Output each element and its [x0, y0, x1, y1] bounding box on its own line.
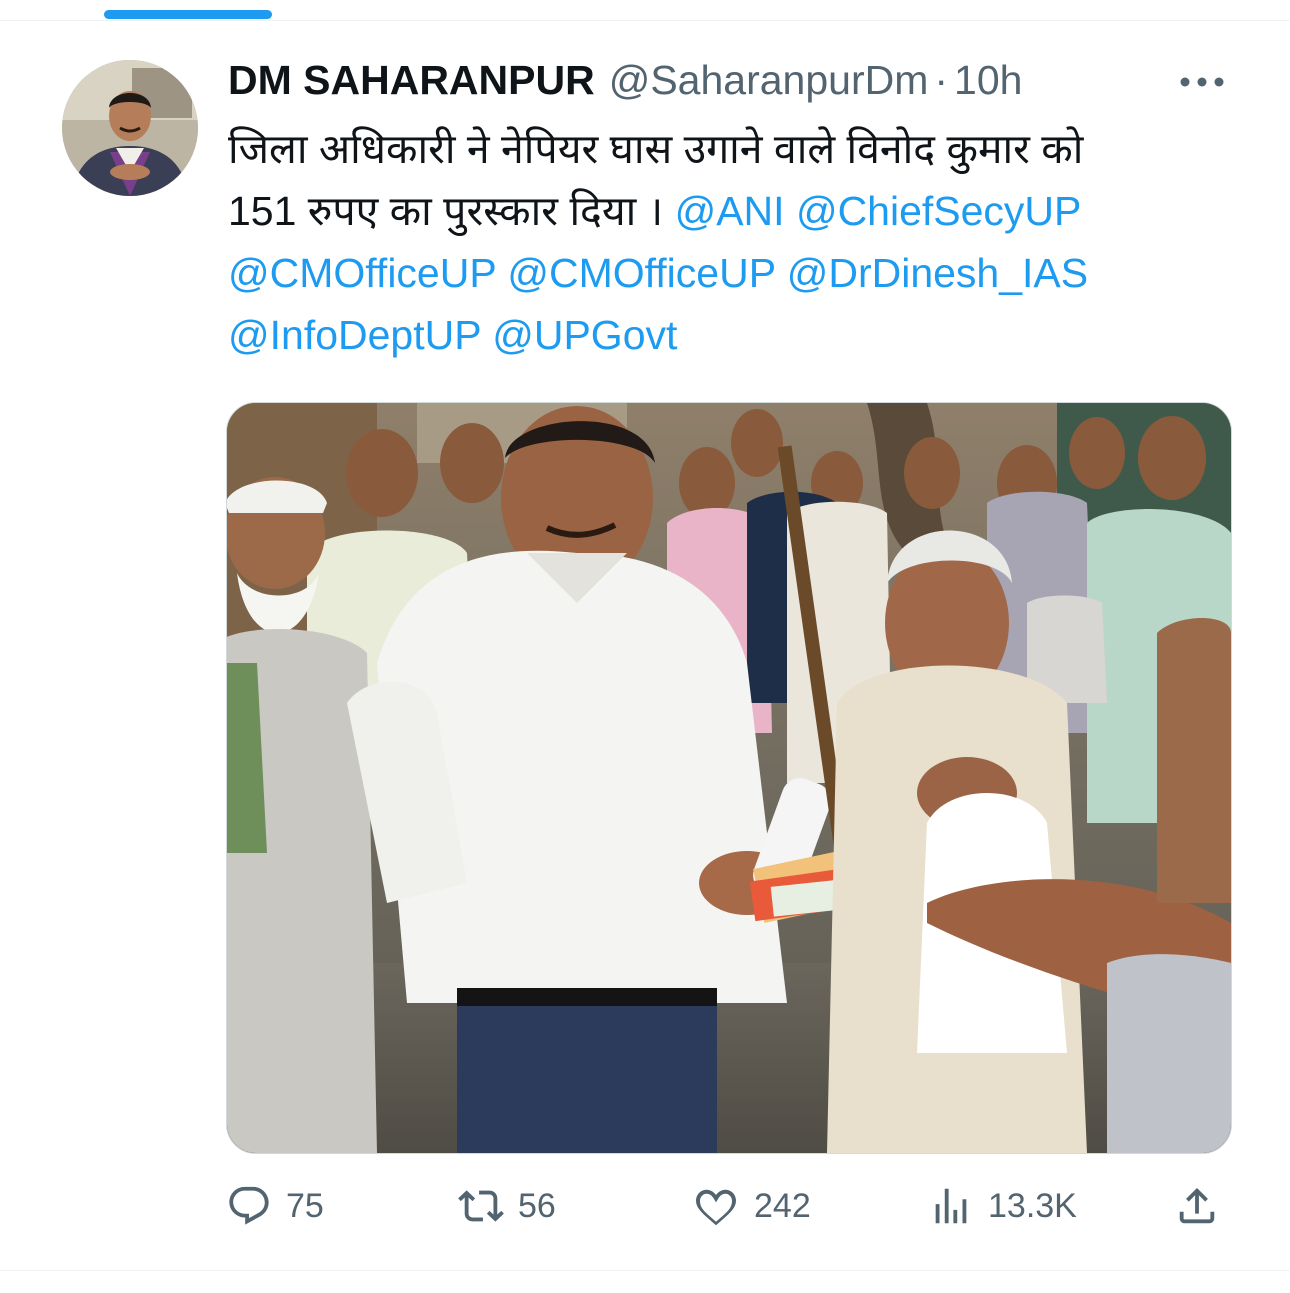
- mention-link[interactable]: @ChiefSecyUP: [796, 188, 1081, 234]
- views-button[interactable]: 13.3K: [928, 1178, 1077, 1234]
- more-options-button[interactable]: [1174, 62, 1230, 102]
- tweet-text-line-3: @CMOfficeUP @CMOfficeUP @DrDinesh_IAS: [228, 242, 1238, 304]
- like-count: 242: [754, 1186, 811, 1225]
- header-separator: ·: [934, 56, 949, 103]
- author-handle[interactable]: @SaharanpurDm: [609, 57, 929, 104]
- mention-link[interactable]: @ANI: [675, 188, 785, 234]
- tweet-text-body: 151 रुपए का पुरस्कार दिया ।: [228, 188, 664, 234]
- tweet-timestamp[interactable]: 10h: [954, 57, 1022, 104]
- tweet-action-bar: 75 56 242 13.3K: [226, 1178, 1236, 1234]
- avatar-photo: [62, 60, 198, 196]
- bottom-divider: [0, 1270, 1290, 1271]
- reply-bubble-icon: [229, 1186, 269, 1225]
- heart-icon: [696, 1189, 736, 1226]
- top-divider: [0, 20, 1290, 21]
- mention-link[interactable]: @DrDinesh_IAS: [787, 250, 1088, 296]
- tweet-header: DM SAHARANPUR @SaharanpurDm · 10h: [228, 52, 1188, 108]
- author-avatar[interactable]: [62, 60, 198, 196]
- author-display-name[interactable]: DM SAHARANPUR: [228, 57, 595, 104]
- share-button[interactable]: [1174, 1178, 1234, 1234]
- tweet-text-line-4: @InfoDeptUP @UPGovt: [228, 304, 1238, 366]
- repost-button[interactable]: 56: [458, 1178, 556, 1234]
- share-icon: [1179, 1187, 1215, 1224]
- repost-count: 56: [518, 1186, 556, 1225]
- views-chart-icon: [935, 1188, 967, 1224]
- like-button[interactable]: 242: [692, 1178, 811, 1234]
- mention-link[interactable]: @CMOfficeUP: [228, 250, 496, 296]
- views-count: 13.3K: [988, 1186, 1077, 1225]
- reply-button[interactable]: 75: [226, 1178, 324, 1234]
- tweet-text: जिला अधिकारी ने नेपियर घास उगाने वाले वि…: [228, 118, 1238, 366]
- active-tab-indicator: [104, 10, 272, 19]
- mention-link[interactable]: @UPGovt: [492, 312, 677, 358]
- more-dots-icon: [1180, 77, 1224, 87]
- tweet-media-photo[interactable]: [226, 402, 1232, 1154]
- tweet-text-line-2: 151 रुपए का पुरस्कार दिया । @ANI @ChiefS…: [228, 180, 1238, 242]
- photo-scene: [227, 403, 1231, 1153]
- mention-link[interactable]: @CMOfficeUP: [507, 250, 775, 296]
- mention-link[interactable]: @InfoDeptUP: [228, 312, 481, 358]
- repost-icon: [458, 1190, 504, 1222]
- reply-count: 75: [286, 1186, 324, 1225]
- tweet-text-line-1: जिला अधिकारी ने नेपियर घास उगाने वाले वि…: [228, 126, 1084, 172]
